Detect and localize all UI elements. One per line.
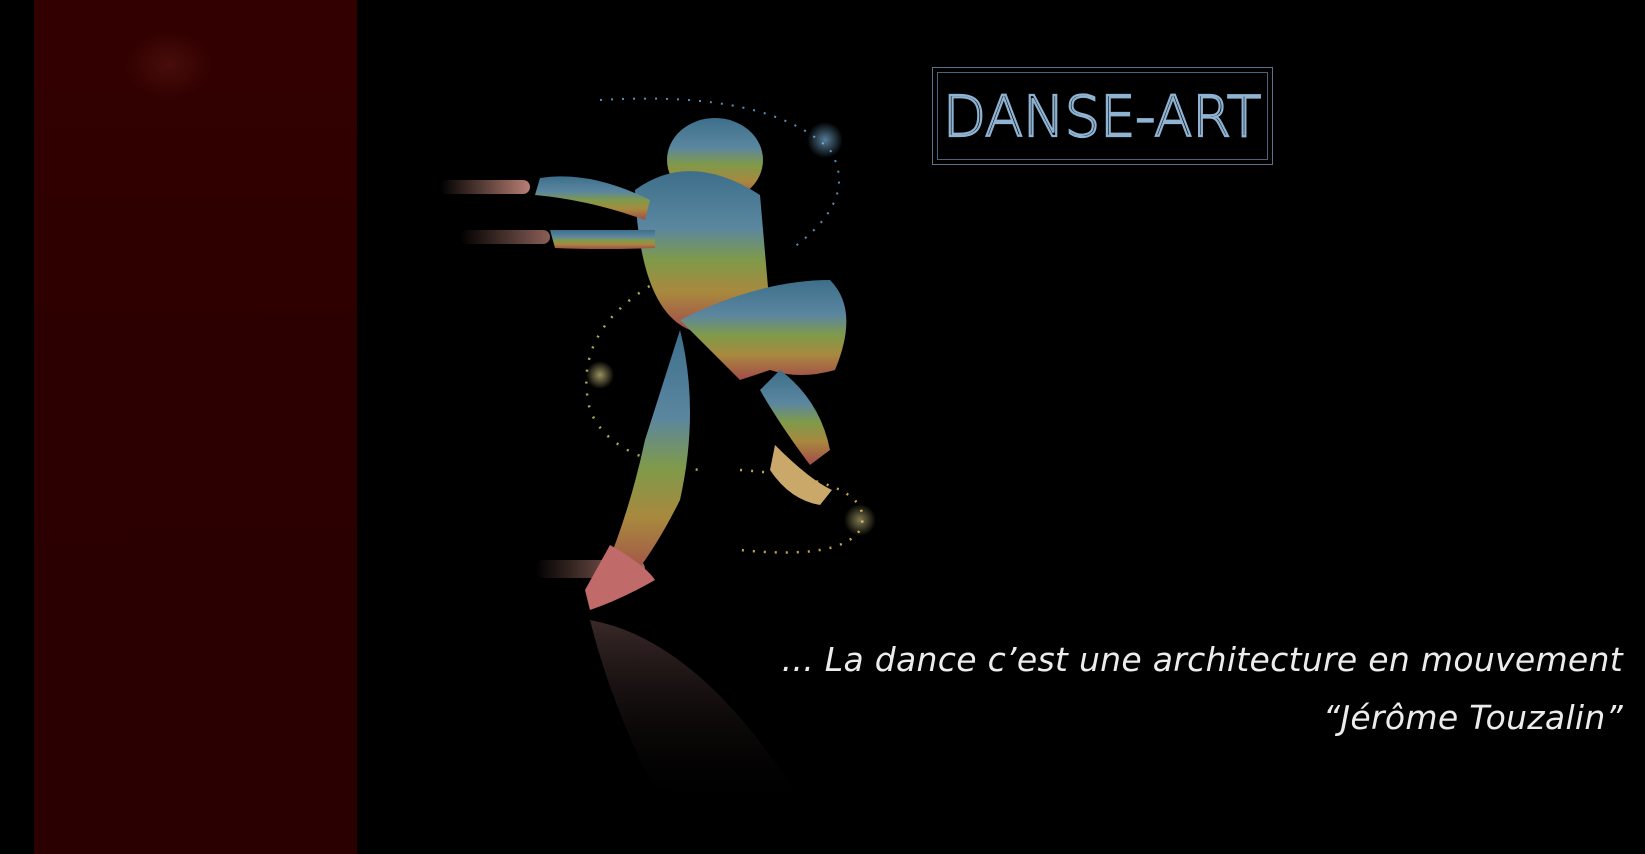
sidebar-panel <box>34 0 357 854</box>
page: DANSE-ART ... La dance c’est une archite… <box>0 0 1645 854</box>
sidebar-glow <box>124 30 214 100</box>
quote-block: ... La dance c’est une architecture en m… <box>782 631 1623 747</box>
quote-author: “Jérôme Touzalin” <box>1322 698 1623 737</box>
quote-text: ... La dance c’est une architecture en m… <box>781 640 1623 679</box>
logo-wordmark: DANSE-ART <box>943 86 1262 146</box>
svg-text:DANSE-ART: DANSE-ART <box>943 86 1261 146</box>
brand-logo[interactable]: DANSE-ART <box>932 67 1273 165</box>
